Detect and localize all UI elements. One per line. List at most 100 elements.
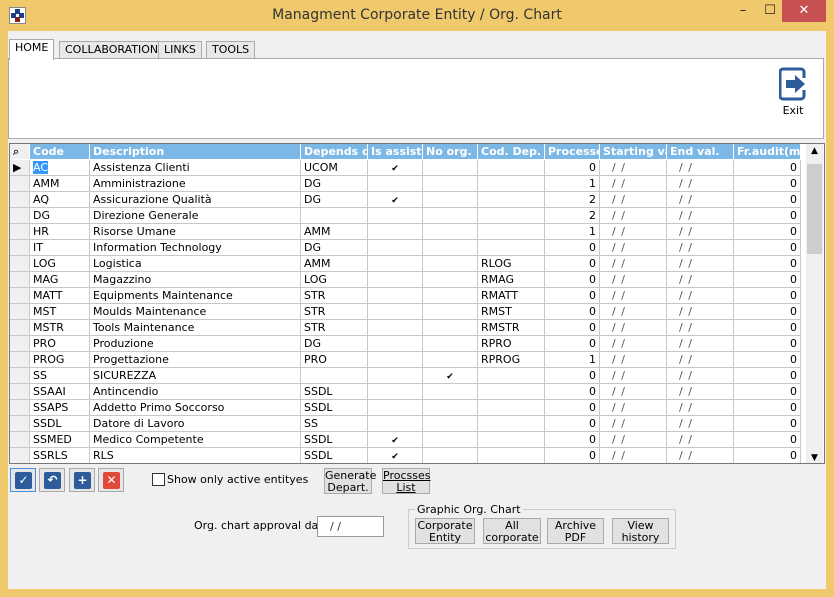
cell-code[interactable]: IT (30, 240, 90, 256)
cell-no-org[interactable] (423, 160, 478, 176)
cell-code[interactable]: SSAPS (30, 400, 90, 416)
table-row[interactable]: SSMED Medico Competente SSDL ✔ 0/ / / /0 (10, 432, 806, 448)
cell-depends-on[interactable]: DG (301, 336, 368, 352)
row-indicator[interactable] (10, 304, 30, 320)
column-header-start-validity[interactable]: Starting vali (600, 144, 667, 160)
cell-end-validity[interactable]: / / (667, 288, 734, 304)
table-row[interactable]: LOG Logistica AMM RLOG 0/ / / /0 (10, 256, 806, 272)
cell-end-validity[interactable]: / / (667, 176, 734, 192)
cell-processes[interactable]: 0 (545, 240, 600, 256)
cell-description[interactable]: Direzione Generale (90, 208, 301, 224)
cell-code[interactable]: AQ (30, 192, 90, 208)
cell-is-assist[interactable] (368, 352, 423, 368)
cell-processes[interactable]: 0 (545, 160, 600, 176)
scroll-up-icon[interactable]: ▲ (806, 144, 823, 158)
table-row[interactable]: MST Moulds Maintenance STR RMST 0/ / / /0 (10, 304, 806, 320)
cell-processes[interactable]: 1 (545, 176, 600, 192)
cell-description[interactable]: Addetto Primo Soccorso (90, 400, 301, 416)
cell-depends-on[interactable]: SSDL (301, 432, 368, 448)
cell-cod-dep[interactable]: RLOG (478, 256, 545, 272)
row-indicator[interactable] (10, 448, 30, 463)
cell-is-assist[interactable] (368, 224, 423, 240)
processes-list-button[interactable]: Procsses List (382, 468, 430, 494)
table-row[interactable]: ▶ AC Assistenza Clienti UCOM ✔ 0/ / / /0 (10, 160, 806, 176)
cell-is-assist[interactable] (368, 400, 423, 416)
cell-description[interactable]: Information Technology (90, 240, 301, 256)
cell-code[interactable]: SS (30, 368, 90, 384)
scroll-thumb[interactable] (807, 164, 822, 254)
cell-cod-dep[interactable] (478, 240, 545, 256)
cell-fr-audit[interactable]: 0 (734, 224, 801, 240)
cell-fr-audit[interactable]: 0 (734, 368, 801, 384)
close-button[interactable]: ✕ (782, 0, 826, 22)
cell-no-org[interactable] (423, 304, 478, 320)
exit-button[interactable]: Exit (773, 67, 813, 117)
cell-is-assist[interactable] (368, 368, 423, 384)
cell-is-assist[interactable]: ✔ (368, 160, 423, 176)
add-button[interactable]: + (69, 468, 95, 492)
cell-is-assist[interactable] (368, 208, 423, 224)
cell-processes[interactable]: 2 (545, 208, 600, 224)
cell-processes[interactable]: 0 (545, 336, 600, 352)
cell-cod-dep[interactable] (478, 432, 545, 448)
cell-code[interactable]: MATT (30, 288, 90, 304)
approval-date-input[interactable]: / / (317, 516, 384, 537)
cell-is-assist[interactable] (368, 320, 423, 336)
table-row[interactable]: MATT Equipments Maintenance STR RMATT 0/ / / … (10, 288, 806, 304)
table-row[interactable]: PRO Produzione DG RPRO 0/ / / /0 (10, 336, 806, 352)
cell-depends-on[interactable]: AMM (301, 256, 368, 272)
cell-start-validity[interactable]: / / (600, 160, 667, 176)
grid-search-icon[interactable]: ⌕ (10, 144, 30, 160)
cell-depends-on[interactable]: PRO (301, 352, 368, 368)
cell-description[interactable]: Equipments Maintenance (90, 288, 301, 304)
table-row[interactable]: AQ Assicurazione Qualità DG ✔ 2/ / / /0 (10, 192, 806, 208)
column-header-depends-on[interactable]: Depends on (301, 144, 368, 160)
cell-depends-on[interactable]: SSDL (301, 400, 368, 416)
cell-end-validity[interactable]: / / (667, 272, 734, 288)
cell-start-validity[interactable]: / / (600, 320, 667, 336)
cell-description[interactable]: Medico Competente (90, 432, 301, 448)
cell-end-validity[interactable]: / / (667, 400, 734, 416)
cell-processes[interactable]: 0 (545, 272, 600, 288)
cell-fr-audit[interactable]: 0 (734, 448, 801, 463)
table-row[interactable]: MAG Magazzino LOG RMAG 0/ / / /0 (10, 272, 806, 288)
cell-fr-audit[interactable]: 0 (734, 176, 801, 192)
cell-start-validity[interactable]: / / (600, 192, 667, 208)
cell-end-validity[interactable]: / / (667, 192, 734, 208)
row-indicator[interactable] (10, 416, 30, 432)
cell-cod-dep[interactable] (478, 400, 545, 416)
scroll-down-icon[interactable]: ▼ (806, 453, 823, 463)
cell-description[interactable]: Magazzino (90, 272, 301, 288)
cell-processes[interactable]: 1 (545, 352, 600, 368)
cell-description[interactable]: Tools Maintenance (90, 320, 301, 336)
cell-description[interactable]: Datore di Lavoro (90, 416, 301, 432)
cell-fr-audit[interactable]: 0 (734, 160, 801, 176)
cell-processes[interactable]: 0 (545, 256, 600, 272)
cell-is-assist[interactable]: ✔ (368, 448, 423, 463)
cell-cod-dep[interactable] (478, 384, 545, 400)
cell-fr-audit[interactable]: 0 (734, 208, 801, 224)
generate-depart-button[interactable]: Generate Depart. (324, 468, 376, 494)
cell-depends-on[interactable] (301, 208, 368, 224)
cell-cod-dep[interactable]: RPROG (478, 352, 545, 368)
cell-code[interactable]: MSTR (30, 320, 90, 336)
cell-processes[interactable]: 0 (545, 416, 600, 432)
cell-processes[interactable]: 1 (545, 224, 600, 240)
cell-start-validity[interactable]: / / (600, 176, 667, 192)
cell-start-validity[interactable]: / / (600, 208, 667, 224)
cell-code[interactable]: PROG (30, 352, 90, 368)
cell-fr-audit[interactable]: 0 (734, 400, 801, 416)
minimize-button[interactable]: – (728, 0, 758, 22)
cell-end-validity[interactable]: / / (667, 320, 734, 336)
cell-fr-audit[interactable]: 0 (734, 256, 801, 272)
cell-is-assist[interactable]: ✔ (368, 432, 423, 448)
cell-is-assist[interactable] (368, 240, 423, 256)
cell-is-assist[interactable] (368, 272, 423, 288)
cell-processes[interactable]: 0 (545, 304, 600, 320)
cell-cod-dep[interactable] (478, 176, 545, 192)
cell-start-validity[interactable]: / / (600, 336, 667, 352)
cell-no-org[interactable] (423, 224, 478, 240)
cell-depends-on[interactable]: LOG (301, 272, 368, 288)
tab-links[interactable]: LINKS (158, 41, 202, 59)
cell-end-validity[interactable]: / / (667, 304, 734, 320)
